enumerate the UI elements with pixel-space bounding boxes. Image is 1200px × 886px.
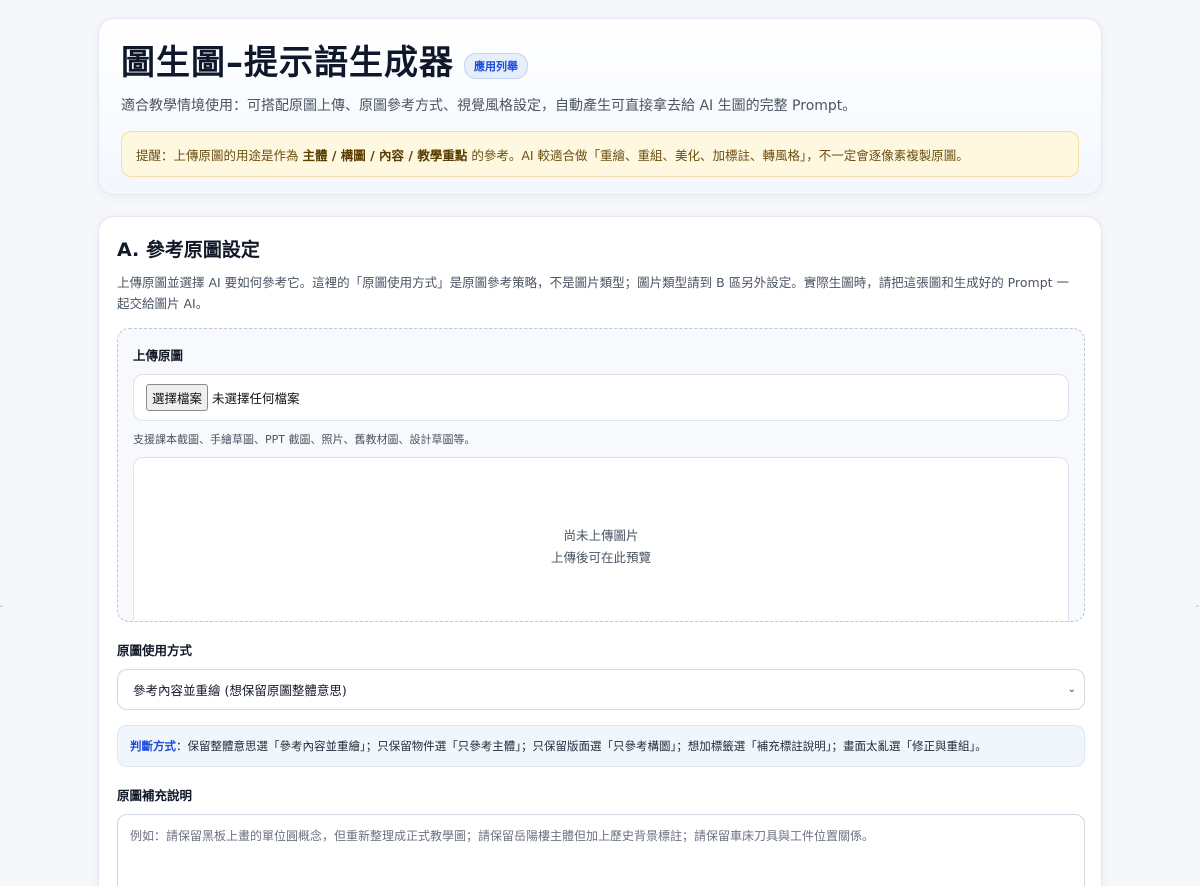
judge-text: ：保留整體意思選「參考內容並重繪」；只保留物件選「只參考主體」；只保留版面選「只… [176, 739, 987, 753]
reminder-emphasis: 主體 / 構圖 / 內容 / 教學重點 [302, 147, 468, 163]
choose-file-button[interactable]: 選擇檔案 [146, 384, 209, 411]
section-a-description: 上傳原圖並選擇 AI 要如何參考它。這裡的「原圖使用方式」是原圖參考策略，不是圖… [117, 275, 1069, 311]
upload-label: 上傳原圖 [133, 348, 184, 363]
reminder-banner: 提醒：上傳原圖的用途是作為 主體 / 構圖 / 內容 / 教學重點 的參考。AI… [121, 131, 1079, 177]
judge-hint-box: 判斷方式 ：保留整體意思選「參考內容並重繪」；只保留物件選「只參考主體」；只保留… [117, 725, 1085, 767]
preview-empty-text: 尚未上傳圖片 [563, 528, 639, 543]
usage-selected-value: 參考內容並重繪 (想保留原圖整體意思) [133, 683, 347, 698]
scroll-right-caret-icon: ‸ [1195, 598, 1199, 608]
usage-label: 原圖使用方式 [117, 643, 193, 658]
note-placeholder: 例如：請保留黑板上畫的單位圓概念，但重新整理成正式教學圖；請保留岳陽樓主體但加上… [130, 829, 875, 843]
section-a-title: A. 參考原圖設定 [117, 239, 260, 261]
page-subtitle: 適合教學情境使用：可搭配原圖上傳、原圖參考方式、視覺風格設定，自動產生可直接拿去… [121, 98, 857, 114]
note-textarea[interactable]: 例如：請保留黑板上畫的單位圓概念，但重新整理成正式教學圖；請保留岳陽樓主體但加上… [117, 814, 1085, 886]
scroll-left-caret-icon: ‸ [0, 598, 4, 608]
reminder-prefix: 提醒：上傳原圖的用途是作為 [136, 147, 299, 163]
judge-key: 判斷方式 [130, 739, 176, 753]
chevron-down-icon: ⌄ [1067, 684, 1076, 695]
preview-help-text: 上傳後可在此預覽 [550, 550, 651, 565]
usage-select[interactable]: 參考內容並重繪 (想保留原圖整體意思) ⌄ [117, 669, 1085, 710]
category-badge: 應用列舉 [464, 53, 528, 79]
note-label: 原圖補充說明 [117, 788, 193, 803]
title-row: 圖生圖–提示語生成器 應用列舉 [121, 41, 1079, 85]
image-preview-area: 尚未上傳圖片 上傳後可在此預覽 [133, 457, 1069, 621]
file-input[interactable]: 選擇檔案 未選擇任何檔案 [133, 374, 1069, 421]
upload-dropzone[interactable]: 上傳原圖 選擇檔案 未選擇任何檔案 支援課本截圖、手繪草圖、PPT 截圖、照片、… [117, 328, 1085, 622]
page-title: 圖生圖–提示語生成器 [121, 43, 454, 83]
section-a-card: A. 參考原圖設定 上傳原圖並選擇 AI 要如何參考它。這裡的「原圖使用方式」是… [98, 216, 1102, 886]
upload-hint: 支援課本截圖、手繪草圖、PPT 截圖、照片、舊教材圖、設計草圖等。 [133, 433, 476, 446]
reminder-suffix: 的參考。AI 較適合做「重繪、重組、美化、加標註、轉風格」，不一定會逐像素複製原… [471, 147, 969, 163]
header-card: 圖生圖–提示語生成器 應用列舉 適合教學情境使用：可搭配原圖上傳、原圖參考方式、… [98, 18, 1102, 195]
file-status-text: 未選擇任何檔案 [212, 391, 300, 406]
